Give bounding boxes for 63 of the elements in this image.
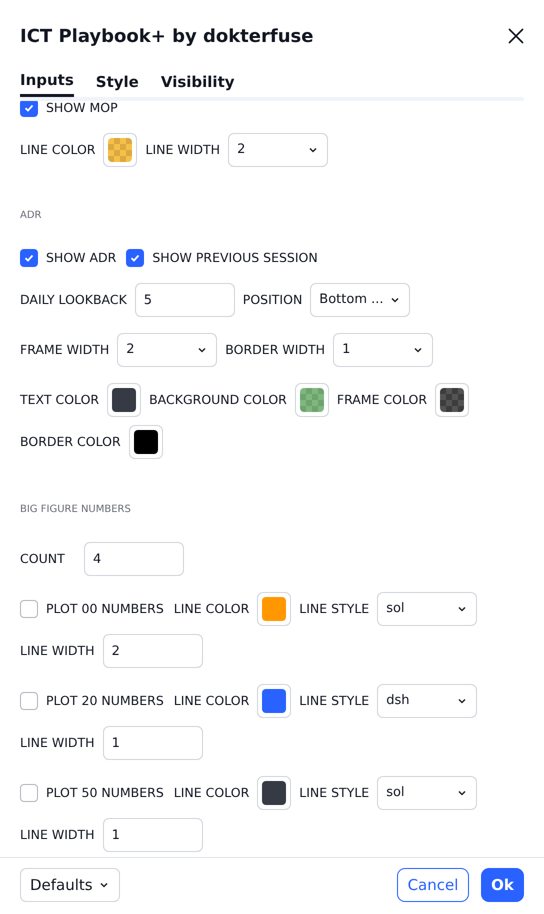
color-swatch[interactable] xyxy=(257,684,292,718)
field-label: DAILY LOOKBACK xyxy=(20,290,127,309)
field-label: LINE WIDTH xyxy=(145,140,220,159)
field-label: LINE WIDTH xyxy=(20,642,95,660)
field-label: LINE COLOR xyxy=(174,600,250,618)
checkbox[interactable]: PLOT 20 NUMBERS xyxy=(20,692,164,710)
checkbox[interactable]: SHOW PREVIOUS SESSION xyxy=(126,248,318,268)
dropdown[interactable]: sol xyxy=(377,592,478,626)
field-label: BORDER COLOR xyxy=(20,432,121,451)
checkbox[interactable]: SHOW MOP xyxy=(20,101,118,118)
dialog-title: ICT Playbook+ by dokterfuse xyxy=(20,24,314,48)
field-label: BORDER WIDTH xyxy=(225,340,326,359)
dropdown[interactable]: 2 xyxy=(228,133,328,167)
color-swatch[interactable] xyxy=(103,133,138,167)
field-label: LINE STYLE xyxy=(299,600,370,618)
color-swatch[interactable] xyxy=(128,425,163,459)
field-label: TEXT COLOR xyxy=(20,390,100,409)
checkbox-box[interactable] xyxy=(20,692,38,710)
input-field[interactable]: 1 xyxy=(102,818,203,852)
dropdown[interactable]: 1 xyxy=(333,333,434,367)
dropdown[interactable]: 2 xyxy=(117,333,218,367)
check-icon xyxy=(23,252,35,264)
input-field[interactable]: 1 xyxy=(102,726,203,760)
checkbox[interactable]: PLOT 00 NUMBERS xyxy=(20,600,164,618)
field-label: LINE COLOR xyxy=(20,140,96,159)
check-icon xyxy=(23,102,35,114)
field-label: LINE COLOR xyxy=(174,784,250,802)
field-label: FRAME WIDTH xyxy=(20,340,110,359)
checkbox[interactable]: SHOW ADR xyxy=(20,248,116,268)
field-label: LINE WIDTH xyxy=(20,734,95,752)
color-swatch[interactable] xyxy=(294,383,329,417)
color-swatch[interactable] xyxy=(435,383,470,417)
field-label: LINE STYLE xyxy=(299,692,370,710)
checkbox-box[interactable] xyxy=(20,600,38,618)
check-icon xyxy=(129,252,142,264)
dropdown[interactable]: sol xyxy=(377,776,478,810)
cancel-button[interactable]: Cancel xyxy=(397,868,469,902)
checkbox[interactable]: PLOT 50 NUMBERS xyxy=(20,784,164,802)
input-field[interactable]: 5 xyxy=(134,283,235,317)
checkbox-box[interactable] xyxy=(20,101,38,117)
checkbox-box[interactable] xyxy=(20,249,38,267)
defaults-dropdown[interactable]: Defaults xyxy=(20,868,120,902)
dropdown[interactable]: Bottom ... xyxy=(310,283,410,317)
tab[interactable]: Style xyxy=(96,67,139,97)
color-swatch[interactable] xyxy=(107,383,142,417)
input-field[interactable]: 2 xyxy=(102,634,203,668)
field-label: LINE COLOR xyxy=(174,692,250,710)
input-field[interactable]: 4 xyxy=(84,542,184,576)
field-label: FRAME COLOR xyxy=(336,390,428,409)
checkbox-box[interactable] xyxy=(20,784,38,802)
field-label: LINE STYLE xyxy=(299,784,370,802)
ok-button[interactable]: Ok xyxy=(481,868,524,902)
color-swatch[interactable] xyxy=(257,776,292,810)
field-label: COUNT xyxy=(20,550,66,568)
color-swatch[interactable] xyxy=(257,592,292,626)
section-heading: BIG FIGURE NUMBERS xyxy=(20,502,132,516)
field-label: BACKGROUND COLOR xyxy=(149,390,287,409)
dropdown[interactable]: dsh xyxy=(377,684,478,718)
field-label: LINE WIDTH xyxy=(20,826,95,844)
tab[interactable]: Visibility xyxy=(160,67,235,97)
checkbox-box[interactable] xyxy=(126,249,144,267)
section-heading: ADR xyxy=(20,208,42,222)
field-label: POSITION xyxy=(242,290,302,309)
